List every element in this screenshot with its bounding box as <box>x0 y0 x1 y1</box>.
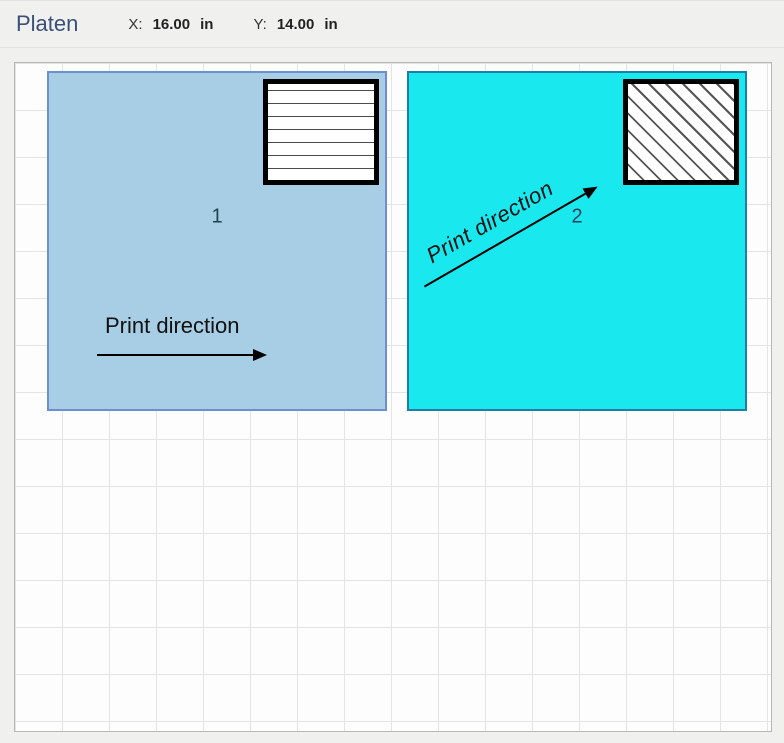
design-canvas[interactable]: 1 Print direction 2 Print direction <box>14 62 772 732</box>
platen-slot-2[interactable]: 2 Print direction <box>407 71 747 411</box>
print-direction-indicator-2: Print direction <box>422 175 558 269</box>
slot-number: 2 <box>571 206 582 229</box>
orientation-icon <box>263 79 379 185</box>
coord-x-value: 16.00 <box>153 16 191 33</box>
slot-number: 1 <box>211 206 222 229</box>
coord-x-label: X: <box>128 16 142 33</box>
coord-y-label: Y: <box>253 16 266 33</box>
coord-x-unit: in <box>200 16 213 33</box>
header-bar: Platen X: 16.00 in Y: 14.00 in <box>0 0 784 48</box>
arrow-right-icon <box>97 349 267 361</box>
orientation-icon <box>623 79 739 185</box>
platen-slot-1[interactable]: 1 Print direction <box>47 71 387 411</box>
print-direction-indicator-1: Print direction <box>105 313 240 339</box>
page-title: Platen <box>16 11 78 37</box>
coord-x-group: X: 16.00 in <box>128 16 213 33</box>
coord-y-unit: in <box>324 16 337 33</box>
coord-y-value: 14.00 <box>277 16 315 33</box>
coord-y-group: Y: 14.00 in <box>253 16 337 33</box>
print-direction-label: Print direction <box>105 313 240 339</box>
